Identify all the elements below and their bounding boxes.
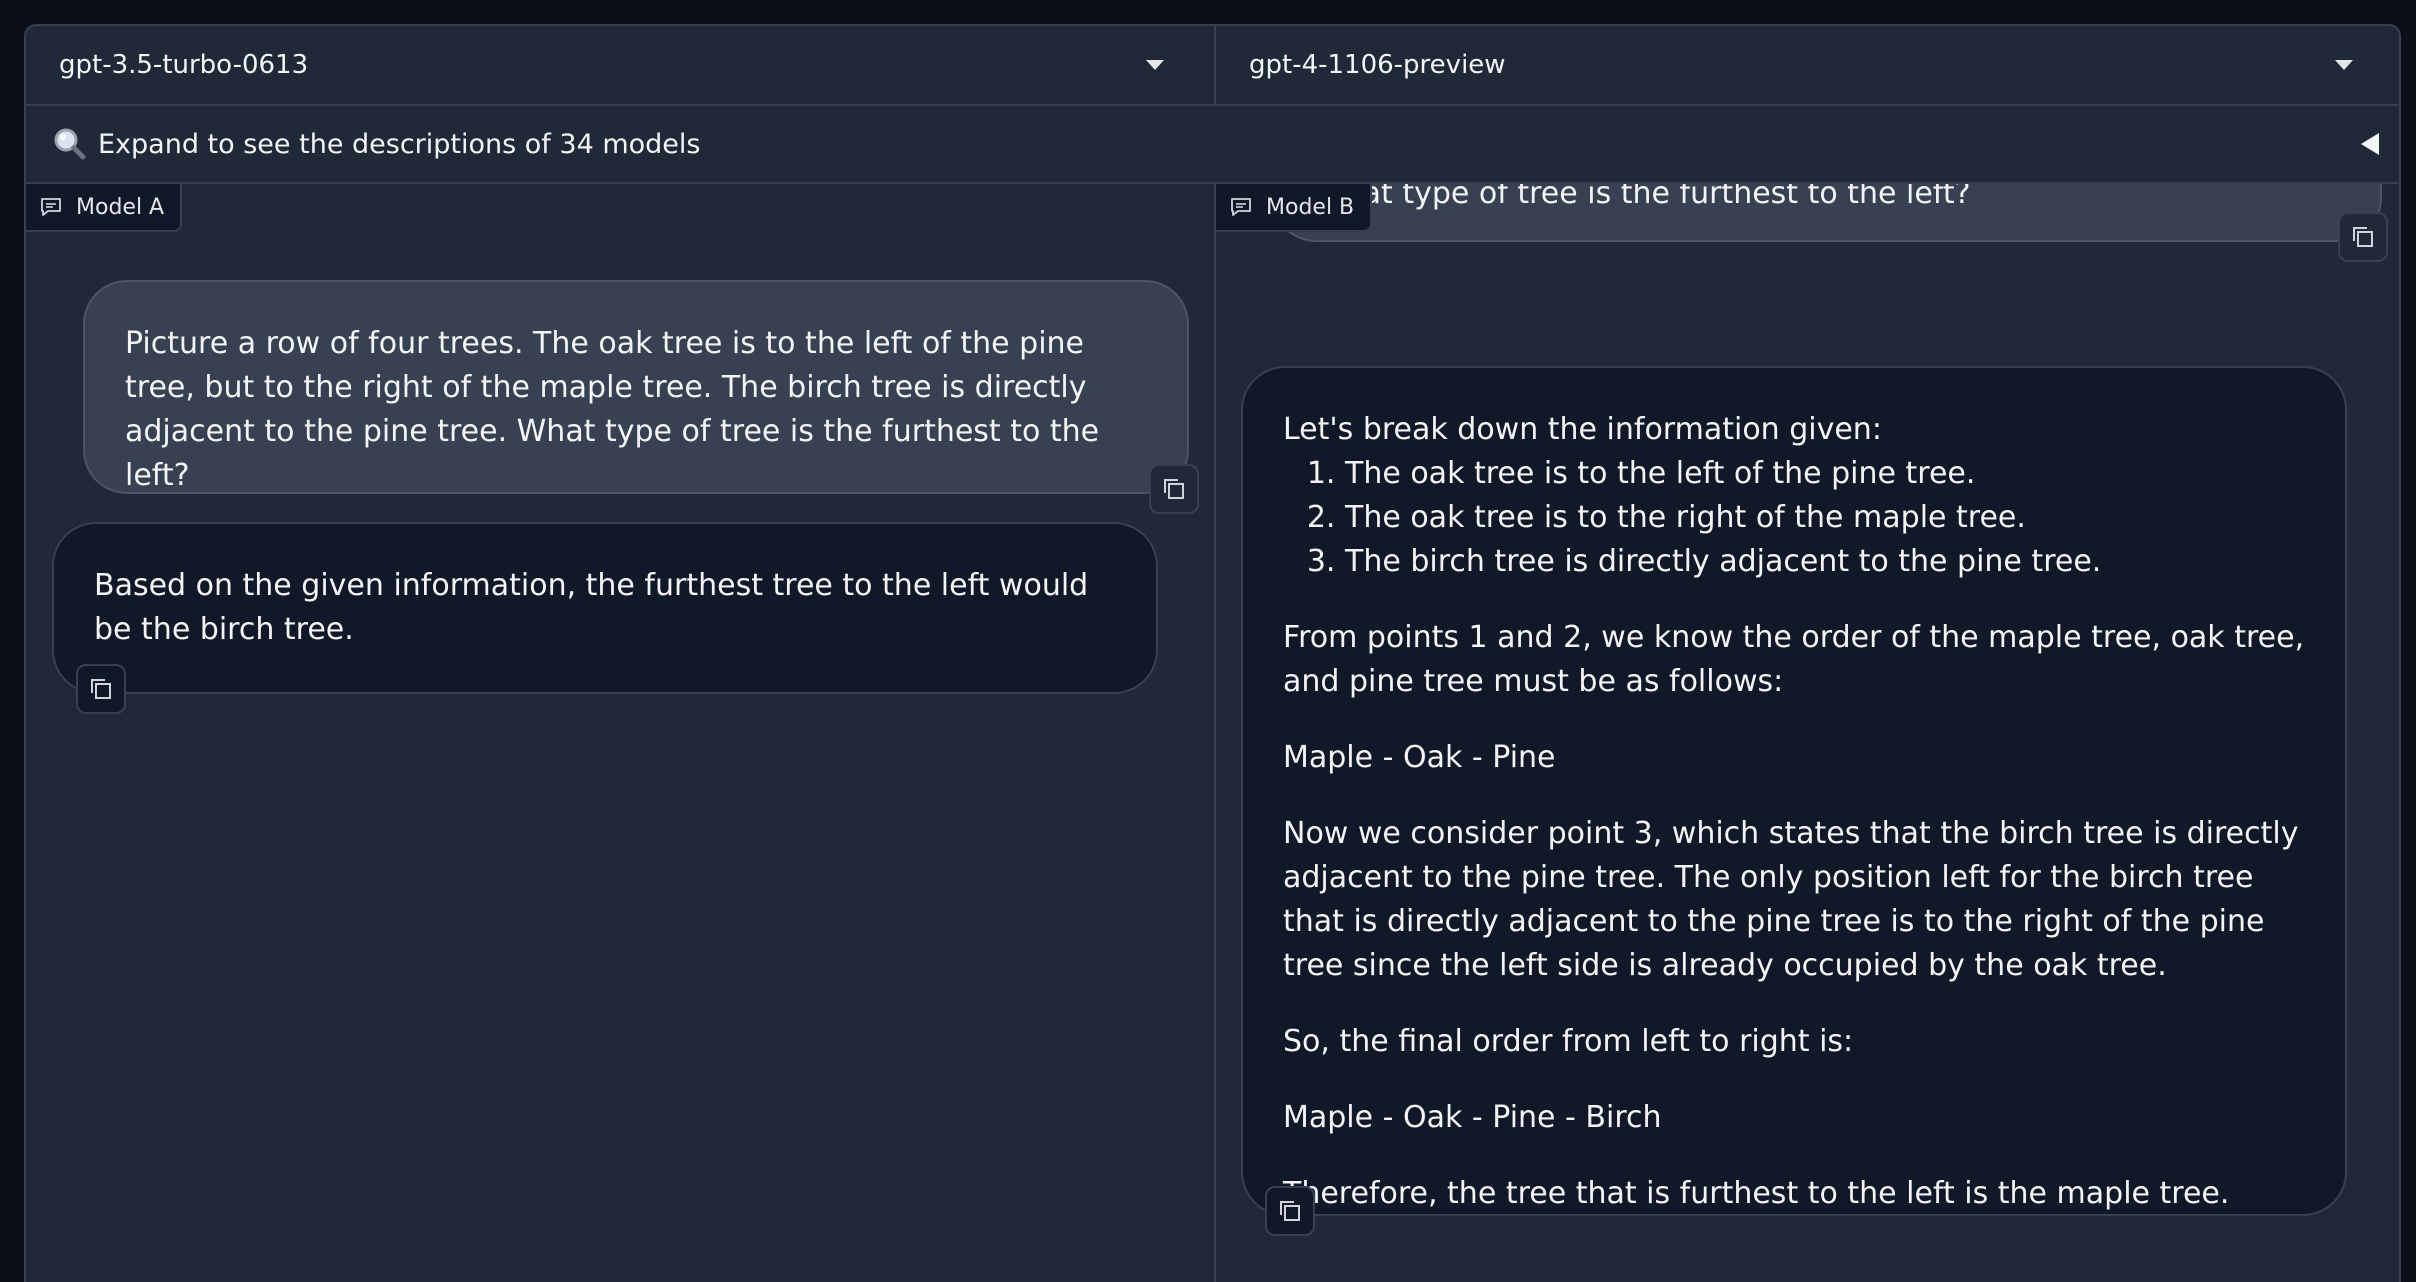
- bot-message: Let's break down the information given: …: [1241, 366, 2347, 1236]
- list-item: The oak tree is to the left of the pine …: [1345, 452, 2305, 496]
- list-item: The oak tree is to the right of the mapl…: [1345, 496, 2305, 540]
- copy-icon: [1280, 1201, 1300, 1221]
- chevron-down-icon: [2335, 60, 2353, 70]
- answer-intro: Let's break down the information given:: [1283, 412, 1882, 447]
- copy-button[interactable]: [76, 664, 126, 714]
- conclusion: Therefore, the tree that is furthest to …: [1283, 1176, 2230, 1211]
- magnifier-icon: [54, 128, 86, 160]
- chevron-down-icon: [1146, 60, 1164, 70]
- model-a-name: gpt-3.5-turbo-0613: [59, 50, 309, 80]
- points-list: The oak tree is to the left of the pine …: [1283, 452, 2305, 584]
- user-message: What type of tree is the furthest to the…: [1272, 184, 2388, 262]
- descriptions-label: Expand to see the descriptions of 34 mod…: [98, 128, 701, 160]
- copy-button[interactable]: [2338, 212, 2388, 262]
- chat-icon: [1231, 198, 1251, 216]
- bot-message-text: Based on the given information, the furt…: [94, 568, 1089, 647]
- copy-icon: [91, 679, 111, 699]
- model-descriptions-accordion[interactable]: Expand to see the descriptions of 34 mod…: [26, 106, 2399, 184]
- model-b-tag: Model B: [1216, 184, 1373, 232]
- user-message: Picture a row of four trees. The oak tre…: [83, 280, 1199, 514]
- model-a-tag: Model A: [26, 184, 183, 232]
- copy-icon: [1164, 479, 1184, 499]
- arena-container: gpt-3.5-turbo-0613 gpt-4-1106-preview Ex…: [24, 24, 2401, 1282]
- copy-icon: [2353, 227, 2373, 247]
- model-b-chat-panel: Model B What type of tree is the furthes…: [1214, 184, 2399, 1282]
- order-line: Maple - Oak - Pine: [1283, 740, 1556, 775]
- chat-icon: [41, 198, 61, 216]
- model-a-chat-panel: Model A Picture a row of four trees. The…: [26, 184, 1214, 1282]
- model-a-label: Model A: [76, 194, 165, 220]
- model-b-name: gpt-4-1106-preview: [1249, 50, 1506, 80]
- user-message-text-partial: What type of tree is the furthest to the…: [1314, 184, 1971, 211]
- expand-triangle-icon[interactable]: [2361, 133, 2379, 155]
- model-selector-row: gpt-3.5-turbo-0613 gpt-4-1106-preview: [26, 26, 2399, 106]
- order-line: Maple - Oak - Pine - Birch: [1283, 1100, 1662, 1135]
- copy-button[interactable]: [1265, 1186, 1315, 1236]
- bot-message: Based on the given information, the furt…: [52, 522, 1158, 714]
- list-item: The birch tree is directly adjacent to t…: [1345, 540, 2305, 584]
- paragraph: From points 1 and 2, we know the order o…: [1283, 620, 2305, 699]
- model-b-dropdown[interactable]: gpt-4-1106-preview: [1214, 26, 2399, 104]
- model-b-label: Model B: [1266, 194, 1355, 220]
- user-message-text: Picture a row of four trees. The oak tre…: [125, 326, 1100, 493]
- model-a-dropdown[interactable]: gpt-3.5-turbo-0613: [26, 26, 1214, 104]
- paragraph: So, the final order from left to right i…: [1283, 1024, 1854, 1059]
- copy-button[interactable]: [1149, 464, 1199, 514]
- paragraph: Now we consider point 3, which states th…: [1283, 816, 2299, 983]
